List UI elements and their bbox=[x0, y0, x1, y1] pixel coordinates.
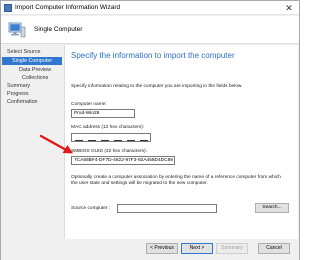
mac-segment bbox=[140, 140, 148, 141]
computer-name-label: Computer name: bbox=[71, 102, 107, 107]
mac-address-label: MAC address (12 hex characters): bbox=[71, 125, 145, 130]
source-computer-input[interactable] bbox=[117, 204, 217, 213]
wizard-footer: < Previous Next > Summary Cancel bbox=[1, 239, 299, 260]
nav-item-progress[interactable]: Progress bbox=[7, 90, 29, 98]
computer-icon bbox=[8, 22, 26, 38]
title-bar: Import Computer Information Wizard ✕ bbox=[1, 1, 299, 15]
smbios-guid-input[interactable]: 7CA58BF4-DF7D-4822-97F3-92A458D4DC89 bbox=[71, 156, 175, 165]
nav-item-select-source[interactable]: Select Source bbox=[7, 48, 41, 56]
search-button[interactable]: Search... bbox=[255, 203, 289, 213]
smbios-guid-label: SMBIOS GUID (32 hex characters): bbox=[71, 149, 147, 154]
mac-segment bbox=[127, 140, 135, 141]
mac-segment bbox=[88, 140, 96, 141]
nav-item-summary[interactable]: Summary bbox=[7, 82, 30, 90]
source-computer-label: Source computer : bbox=[71, 206, 111, 211]
wizard-icon bbox=[4, 4, 12, 12]
wizard-window: Import Computer Information Wizard ✕ Sin… bbox=[0, 0, 300, 260]
close-button[interactable]: ✕ bbox=[283, 2, 295, 14]
next-button[interactable]: Next > bbox=[181, 243, 213, 254]
window-title: Import Computer Information Wizard bbox=[15, 4, 121, 11]
banner-title: Single Computer bbox=[34, 26, 83, 33]
association-text-line2: the user state and settings will be migr… bbox=[71, 181, 208, 186]
nav-item-confirmation[interactable]: Confirmation bbox=[7, 98, 38, 106]
header-banner: Single Computer bbox=[1, 16, 299, 44]
nav-item-single-computer[interactable]: Single Computer bbox=[2, 57, 62, 65]
red-arrow-icon bbox=[39, 134, 73, 154]
mac-segment bbox=[101, 140, 109, 141]
main-content: Specify the information to import the co… bbox=[64, 45, 298, 239]
cancel-button[interactable]: Cancel bbox=[258, 243, 290, 254]
intro-text: Specify information relating to the comp… bbox=[71, 84, 243, 89]
nav-item-data-preview[interactable]: Data Preview bbox=[19, 66, 51, 74]
nav-item-collections[interactable]: Collections bbox=[22, 74, 48, 82]
previous-button[interactable]: < Previous bbox=[146, 243, 178, 254]
summary-button[interactable]: Summary bbox=[216, 243, 248, 254]
mac-segment bbox=[114, 140, 122, 141]
page-heading: Specify the information to import the co… bbox=[71, 51, 235, 60]
mac-address-input[interactable] bbox=[71, 133, 151, 142]
computer-name-input[interactable]: Prod-Win28 bbox=[71, 109, 135, 118]
